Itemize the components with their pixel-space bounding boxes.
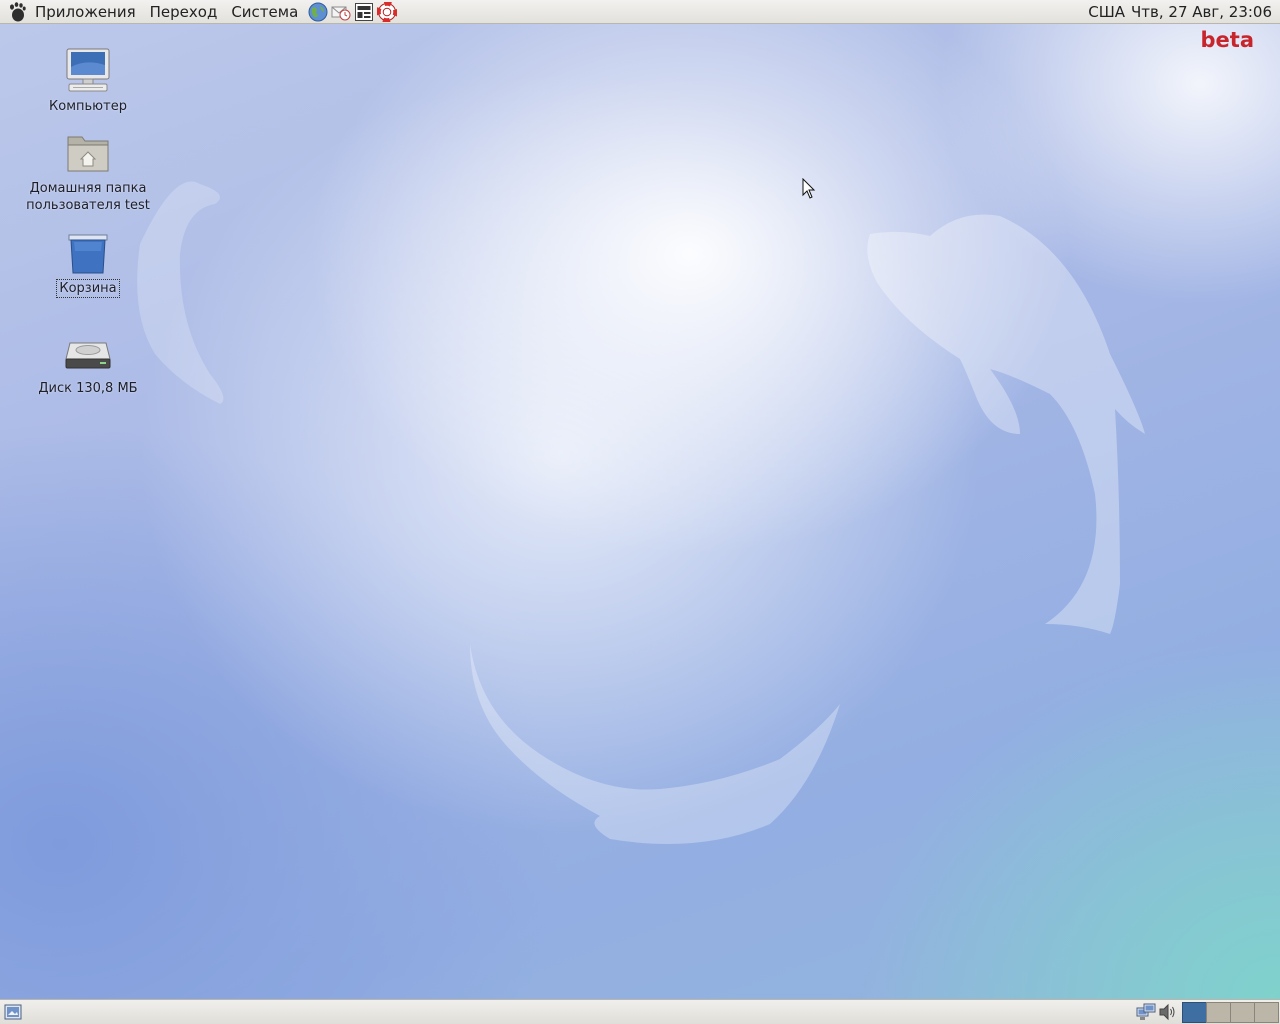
workspace-3[interactable] bbox=[1230, 1001, 1255, 1023]
help-lifebuoy-icon[interactable] bbox=[376, 1, 398, 23]
launchers bbox=[307, 1, 399, 23]
panel-right: США Чтв, 27 Авг, 23:06 bbox=[1084, 3, 1280, 21]
desktop-icon-computer[interactable]: Компьютер bbox=[18, 46, 158, 115]
workspace-2[interactable] bbox=[1206, 1001, 1231, 1023]
gnome-foot-icon[interactable] bbox=[6, 1, 28, 23]
desktop-icon-label: Диск 130,8 МБ bbox=[38, 381, 138, 396]
home-folder-icon bbox=[63, 128, 113, 178]
mouse-pointer-icon bbox=[802, 177, 816, 204]
menu-places[interactable]: Переход bbox=[143, 0, 225, 24]
system-tray bbox=[1135, 1000, 1280, 1024]
workspace-switcher bbox=[1182, 1001, 1279, 1023]
trash-icon bbox=[63, 228, 113, 278]
beta-badge: beta bbox=[1200, 28, 1254, 52]
desktop-icon-label: Корзина bbox=[56, 279, 120, 298]
desktop-icon-disk[interactable]: Диск 130,8 МБ bbox=[18, 328, 158, 397]
notes-icon[interactable] bbox=[353, 1, 375, 23]
bottom-panel bbox=[0, 999, 1280, 1024]
desktop[interactable]: beta Компьютер Домашняя папка пользовате… bbox=[0, 24, 1280, 999]
workspace-4[interactable] bbox=[1254, 1001, 1279, 1023]
keyboard-layout-indicator[interactable]: США bbox=[1084, 3, 1129, 21]
wallpaper-dolphins bbox=[137, 181, 1145, 844]
browser-icon[interactable] bbox=[307, 1, 329, 23]
mail-clock-icon[interactable] bbox=[330, 1, 352, 23]
workspace-1[interactable] bbox=[1182, 1001, 1207, 1023]
show-desktop-icon[interactable] bbox=[3, 1002, 23, 1022]
menu-applications[interactable]: Приложения bbox=[28, 0, 143, 24]
disk-drive-icon bbox=[63, 328, 113, 378]
computer-icon bbox=[63, 46, 113, 96]
desktop-icon-label: Домашняя папка пользователя test bbox=[26, 181, 150, 213]
desktop-icon-trash[interactable]: Корзина bbox=[18, 228, 158, 298]
desktop-icon-label: Компьютер bbox=[49, 99, 127, 114]
clock[interactable]: Чтв, 27 Авг, 23:06 bbox=[1129, 3, 1280, 21]
top-panel: Приложения Переход Система США Чтв, 27 А… bbox=[0, 0, 1280, 24]
volume-icon[interactable] bbox=[1157, 1001, 1179, 1023]
desktop-icon-home-folder[interactable]: Домашняя папка пользователя test bbox=[18, 128, 158, 214]
menu-system[interactable]: Система bbox=[224, 0, 305, 24]
network-icon[interactable] bbox=[1135, 1001, 1157, 1023]
